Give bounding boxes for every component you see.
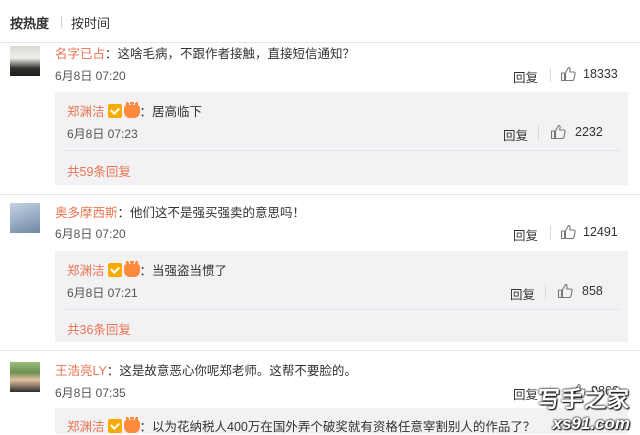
reply-text: 郑渊洁 ：当强盗当惯了 <box>67 260 227 279</box>
crown-icon <box>123 261 140 277</box>
comment-username[interactable]: 王浩亮LY <box>55 364 107 378</box>
watermark: 写手之家 xs91.com <box>538 382 630 434</box>
reply-button[interactable]: 回复 <box>513 67 538 86</box>
comment-username[interactable]: 奥多摩西斯 <box>55 206 118 220</box>
reply-date: 6月8日 07:23 <box>67 127 138 141</box>
reply-button[interactable]: 回复 <box>513 384 538 403</box>
reply-text: 郑渊洁 ：以为花纳税人400万在国外弄个破奖就有资格任意宰割别人的作品了？ <box>67 416 535 435</box>
sub-reply-box: 郑渊洁 ：居高临下 6月8日 07:23 回复 2232 共59条回复 <box>55 92 628 185</box>
comment-text: 奥多摩西斯：他们这不是强买强卖的意思吗！ <box>55 202 305 221</box>
more-replies-link[interactable]: 共59条回复 <box>67 161 131 180</box>
separator <box>550 68 551 82</box>
avatar[interactable] <box>10 46 40 76</box>
divider <box>63 309 620 310</box>
like-count: 2232 <box>575 125 603 139</box>
thumb-up-icon[interactable] <box>550 124 566 140</box>
comment-text: 王浩亮LY：这是故意恶心你呢郑老师。这帮不要脸的。 <box>55 360 357 379</box>
comment-body: ：这啥毛病，不跟作者接触，直接短信通知？ <box>105 47 356 61</box>
crown-icon <box>123 417 140 433</box>
crown-icon <box>123 102 140 118</box>
like-count: 12491 <box>583 225 618 239</box>
comment-date: 6月8日 07:20 <box>55 227 126 241</box>
reply-button[interactable]: 回复 <box>510 284 535 303</box>
separator <box>538 126 539 140</box>
sort-by-time[interactable]: 按时间 <box>71 13 110 32</box>
comment-date: 6月8日 07:20 <box>55 69 126 83</box>
comment-body: ：这是故意恶心你呢郑老师。这帮不要脸的。 <box>106 364 357 378</box>
sub-reply-box: 郑渊洁 ：当强盗当惯了 6月8日 07:21 回复 858 共36条回复 <box>55 251 628 342</box>
verified-badge-icon <box>107 263 122 277</box>
separator <box>545 285 546 299</box>
comment-username[interactable]: 名字已占 <box>55 47 105 61</box>
reply-username[interactable]: 郑渊洁 <box>67 105 105 119</box>
reply-text: 郑渊洁 ：居高临下 <box>67 101 202 120</box>
sort-by-hot[interactable]: 按热度 <box>10 13 49 32</box>
reply-body: ：当强盗当惯了 <box>139 264 228 278</box>
like-count: 858 <box>582 284 603 298</box>
comment-body: ：他们这不是强买强卖的意思吗！ <box>117 206 306 220</box>
divider <box>0 194 640 195</box>
avatar[interactable] <box>10 362 40 392</box>
reply-username[interactable]: 郑渊洁 <box>67 420 105 434</box>
reply-date: 6月8日 07:21 <box>67 286 138 300</box>
reply-button[interactable]: 回复 <box>513 225 538 244</box>
more-replies-link[interactable]: 共36条回复 <box>67 319 131 338</box>
thumb-up-icon[interactable] <box>560 66 576 82</box>
sort-divider: | <box>60 13 64 28</box>
divider <box>0 350 640 351</box>
verified-badge-icon <box>107 104 122 118</box>
reply-username[interactable]: 郑渊洁 <box>67 264 105 278</box>
separator <box>550 226 551 240</box>
watermark-url: xs91.com <box>552 414 631 433</box>
reply-body: ：以为花纳税人400万在国外弄个破奖就有资格任意宰割别人的作品了？ <box>139 420 536 434</box>
avatar[interactable] <box>10 203 40 233</box>
watermark-title: 写手之家 <box>537 387 630 412</box>
divider <box>63 150 620 151</box>
comment-date: 6月8日 07:35 <box>55 386 126 400</box>
verified-badge-icon <box>107 419 122 433</box>
reply-button[interactable]: 回复 <box>503 125 528 144</box>
reply-body: ：居高临下 <box>139 105 203 119</box>
sort-bar: 按热度 | 按时间 <box>0 0 640 42</box>
like-count: 18333 <box>583 67 618 81</box>
thumb-up-icon[interactable] <box>557 283 573 299</box>
comment-text: 名字已占：这啥毛病，不跟作者接触，直接短信通知？ <box>55 43 355 62</box>
thumb-up-icon[interactable] <box>560 224 576 240</box>
